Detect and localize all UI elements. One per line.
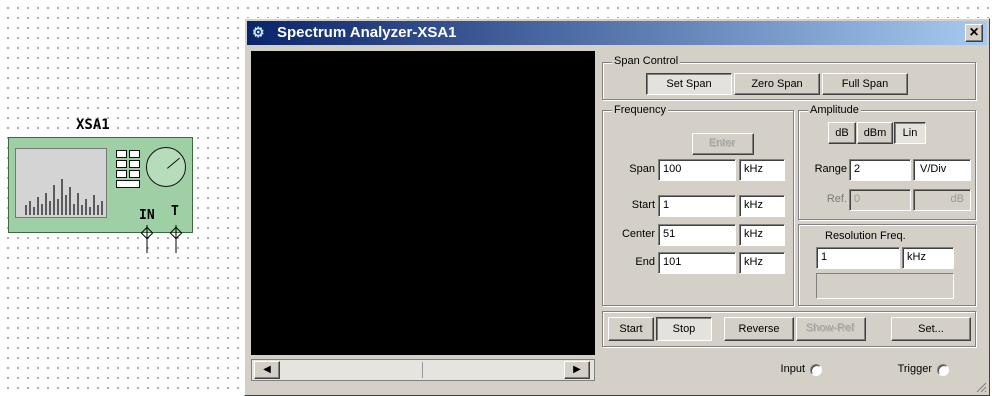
start-input[interactable]: 1 [658,195,736,217]
amplitude-label: Amplitude [808,104,861,117]
spectrum-analyzer-window: ⚙ Spectrum Analyzer-XSA1 × ◀ ▶ Span Cont… [244,18,990,396]
enter-button[interactable]: Enter [692,133,754,155]
center-label: Center [621,228,655,240]
start-label: Start [631,199,655,211]
resolution-status-box [816,273,954,299]
frequency-label: Frequency [612,104,668,117]
symbol-key [129,160,140,168]
pin-trigger-label: T [171,204,179,219]
scroll-divider [422,362,423,378]
arrow-right-icon: ▶ [573,364,581,375]
range-label: Range [814,163,847,175]
symbol-key [116,160,127,168]
span-unit[interactable]: kHz [739,159,785,181]
dbm-button[interactable]: dBm [857,122,893,144]
start-unit[interactable]: kHz [739,195,785,217]
arrow-left-icon: ◀ [263,364,271,375]
trigger-terminal-radio[interactable] [937,364,949,376]
close-icon: × [969,24,979,41]
span-control-label: Span Control [612,55,681,68]
end-label: End [635,256,655,268]
symbol-key [116,180,140,188]
symbol-key [116,170,127,178]
symbol-screen [15,148,107,218]
symbol-knob-icon [146,147,186,187]
symbol-key [129,150,140,158]
start-button[interactable]: Start [608,317,654,341]
span-label: Span [629,163,655,175]
display-scrollbar[interactable]: ◀ ▶ [251,359,595,381]
center-input[interactable]: 51 [658,224,736,246]
end-unit[interactable]: kHz [739,252,785,274]
pin-in-label: IN [139,208,155,223]
symbol-key [129,170,140,178]
db-button[interactable]: dB [828,122,856,144]
spectrum-display [251,51,595,355]
reverse-button[interactable]: Reverse [724,317,794,341]
spectrum-analyzer-symbol[interactable]: IN T [8,137,193,233]
set-button[interactable]: Set... [891,317,971,341]
resolution-input[interactable]: 1 [816,247,900,269]
range-unit[interactable]: V/Div [913,159,971,181]
stop-button[interactable]: Stop [656,317,712,341]
set-span-button[interactable]: Set Span [646,73,732,95]
scroll-right-button[interactable]: ▶ [564,361,590,379]
window-title: Spectrum Analyzer-XSA1 [277,24,457,41]
end-input[interactable]: 101 [658,252,736,274]
resolution-label: Resolution Freq. [825,230,906,242]
resolution-unit[interactable]: kHz [902,247,954,269]
ref-input[interactable]: 0 [849,189,911,211]
span-input[interactable]: 100 [658,159,736,181]
app-icon: ⚙ [252,24,265,40]
ref-label: Ref. [826,193,847,205]
close-button[interactable]: × [965,24,983,42]
resize-grip-icon[interactable] [975,381,987,393]
range-input[interactable]: 2 [849,159,911,181]
symbol-key [116,150,127,158]
pin-leads-icon [140,225,183,253]
instrument-label: XSA1 [76,117,110,133]
show-ref-button[interactable]: Show-Ref [796,317,866,341]
lin-button[interactable]: Lin [894,122,926,144]
center-unit[interactable]: kHz [739,224,785,246]
zero-span-button[interactable]: Zero Span [734,73,820,95]
spectrum-icon [25,179,103,215]
input-terminal-label: Input [780,363,805,375]
full-span-button[interactable]: Full Span [822,73,908,95]
title-bar[interactable]: ⚙ Spectrum Analyzer-XSA1 × [247,21,987,45]
scroll-left-button[interactable]: ◀ [254,361,280,379]
trigger-terminal-label: Trigger [897,363,932,375]
ref-unit[interactable]: dB [913,189,971,211]
input-terminal-radio[interactable] [810,364,822,376]
